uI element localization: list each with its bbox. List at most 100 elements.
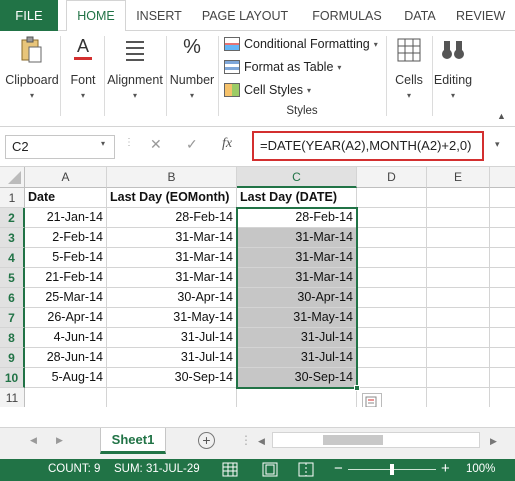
cell-c9[interactable]: 31-Jul-14: [237, 348, 357, 368]
cell-a11[interactable]: [25, 388, 107, 408]
cell-e5[interactable]: [427, 268, 490, 288]
cells-button[interactable]: Cells ▾: [388, 36, 430, 106]
alignment-button[interactable]: Alignment ▾: [106, 36, 164, 106]
cell-c7[interactable]: 31-May-14: [237, 308, 357, 328]
cell-c6[interactable]: 30-Apr-14: [237, 288, 357, 308]
cell-a9[interactable]: 28-Jun-14: [25, 348, 107, 368]
name-box[interactable]: C2: [5, 135, 115, 159]
cell-a5[interactable]: 21-Feb-14: [25, 268, 107, 288]
horizontal-scrollbar[interactable]: [272, 432, 480, 448]
page-break-view-icon[interactable]: [298, 462, 314, 477]
row-header-6[interactable]: 6: [0, 288, 25, 308]
row-header-10[interactable]: 10: [0, 368, 25, 388]
cell-a7[interactable]: 26-Apr-14: [25, 308, 107, 328]
tab-split-handle[interactable]: ⋮: [240, 433, 252, 447]
cell-a3[interactable]: 2-Feb-14: [25, 228, 107, 248]
clipboard-button[interactable]: Clipboard ▾: [4, 36, 59, 106]
cell-e2[interactable]: [427, 208, 490, 228]
tab-page-layout[interactable]: PAGE LAYOUT: [196, 0, 294, 31]
cell-f11[interactable]: [490, 388, 515, 408]
column-header-c[interactable]: C: [237, 167, 357, 188]
tab-insert[interactable]: INSERT: [130, 0, 188, 31]
cell-b11[interactable]: [107, 388, 237, 408]
page-layout-view-icon[interactable]: [262, 462, 278, 477]
cell-b3[interactable]: 31-Mar-14: [107, 228, 237, 248]
zoom-in-icon[interactable]: +: [441, 460, 450, 477]
column-header-b[interactable]: B: [107, 167, 237, 188]
cell-f2[interactable]: [490, 208, 515, 228]
cell-e7[interactable]: [427, 308, 490, 328]
sheet-tab-sheet1[interactable]: Sheet1: [100, 428, 166, 454]
row-header-5[interactable]: 5: [0, 268, 25, 288]
scroll-right-icon[interactable]: ▶: [490, 436, 497, 447]
cell-b5[interactable]: 31-Mar-14: [107, 268, 237, 288]
tab-home[interactable]: HOME: [66, 0, 126, 32]
zoom-out-icon[interactable]: −: [334, 460, 343, 477]
cell-c10[interactable]: 30-Sep-14: [237, 368, 357, 388]
cell-a10[interactable]: 5-Aug-14: [25, 368, 107, 388]
cell-d10[interactable]: [357, 368, 427, 388]
add-sheet-icon[interactable]: +: [198, 432, 215, 449]
cell-b9[interactable]: 31-Jul-14: [107, 348, 237, 368]
editing-button[interactable]: Editing ▾: [432, 36, 474, 106]
formula-input[interactable]: =DATE(YEAR(A2),MONTH(A2)+2,0): [252, 131, 484, 161]
cell-f6[interactable]: [490, 288, 515, 308]
cell-d9[interactable]: [357, 348, 427, 368]
select-all-corner[interactable]: [0, 167, 25, 188]
cell-f3[interactable]: [490, 228, 515, 248]
cell-b8[interactable]: 31-Jul-14: [107, 328, 237, 348]
tab-file[interactable]: FILE: [0, 0, 58, 31]
fill-handle[interactable]: [354, 385, 360, 391]
collapse-ribbon-icon[interactable]: ▲: [497, 111, 506, 121]
column-header-partial[interactable]: [490, 167, 515, 188]
column-header-a[interactable]: A: [25, 167, 107, 188]
expand-formula-bar-icon[interactable]: ▾: [495, 139, 500, 150]
zoom-slider-thumb[interactable]: [390, 464, 394, 475]
cell-a1[interactable]: Date: [25, 188, 107, 208]
tab-formulas[interactable]: FORMULAS: [304, 0, 390, 31]
cell-c8[interactable]: 31-Jul-14: [237, 328, 357, 348]
cell-d8[interactable]: [357, 328, 427, 348]
cell-a8[interactable]: 4-Jun-14: [25, 328, 107, 348]
cell-b7[interactable]: 31-May-14: [107, 308, 237, 328]
row-header-1[interactable]: 1: [0, 188, 25, 208]
cell-c5[interactable]: 31-Mar-14: [237, 268, 357, 288]
cell-e4[interactable]: [427, 248, 490, 268]
insert-function-icon[interactable]: fx: [222, 136, 232, 152]
cell-f1[interactable]: [490, 188, 515, 208]
cell-b6[interactable]: 30-Apr-14: [107, 288, 237, 308]
column-header-e[interactable]: E: [427, 167, 490, 188]
cell-e9[interactable]: [427, 348, 490, 368]
tab-data[interactable]: DATA: [396, 0, 444, 31]
cell-c2[interactable]: 28-Feb-14: [237, 208, 357, 228]
enter-icon[interactable]: ✓: [186, 136, 198, 153]
cell-d3[interactable]: [357, 228, 427, 248]
cell-e6[interactable]: [427, 288, 490, 308]
cell-d1[interactable]: [357, 188, 427, 208]
cell-b10[interactable]: 30-Sep-14: [107, 368, 237, 388]
cell-d2[interactable]: [357, 208, 427, 228]
font-button[interactable]: A Font ▾: [64, 36, 102, 106]
conditional-formatting-button[interactable]: Conditional Formatting ▾: [224, 34, 378, 54]
name-box-dropdown-icon[interactable]: ▾: [101, 139, 105, 148]
cell-b2[interactable]: 28-Feb-14: [107, 208, 237, 228]
cell-f9[interactable]: [490, 348, 515, 368]
row-header-3[interactable]: 3: [0, 228, 25, 248]
row-header-9[interactable]: 9: [0, 348, 25, 368]
cell-a2[interactable]: 21-Jan-14: [25, 208, 107, 228]
cell-e8[interactable]: [427, 328, 490, 348]
row-header-11[interactable]: 11: [0, 388, 25, 408]
row-header-4[interactable]: 4: [0, 248, 25, 268]
cell-c4[interactable]: 31-Mar-14: [237, 248, 357, 268]
cell-d7[interactable]: [357, 308, 427, 328]
cell-c1[interactable]: Last Day (DATE): [237, 188, 357, 208]
tab-review[interactable]: REVIEW: [456, 0, 515, 31]
cell-e10[interactable]: [427, 368, 490, 388]
prev-sheet-icon[interactable]: ◀: [30, 435, 37, 446]
cell-d4[interactable]: [357, 248, 427, 268]
cell-d6[interactable]: [357, 288, 427, 308]
cell-e11[interactable]: [427, 388, 490, 408]
cell-b1[interactable]: Last Day (EOMonth): [107, 188, 237, 208]
normal-view-icon[interactable]: [222, 462, 238, 477]
row-header-7[interactable]: 7: [0, 308, 25, 328]
